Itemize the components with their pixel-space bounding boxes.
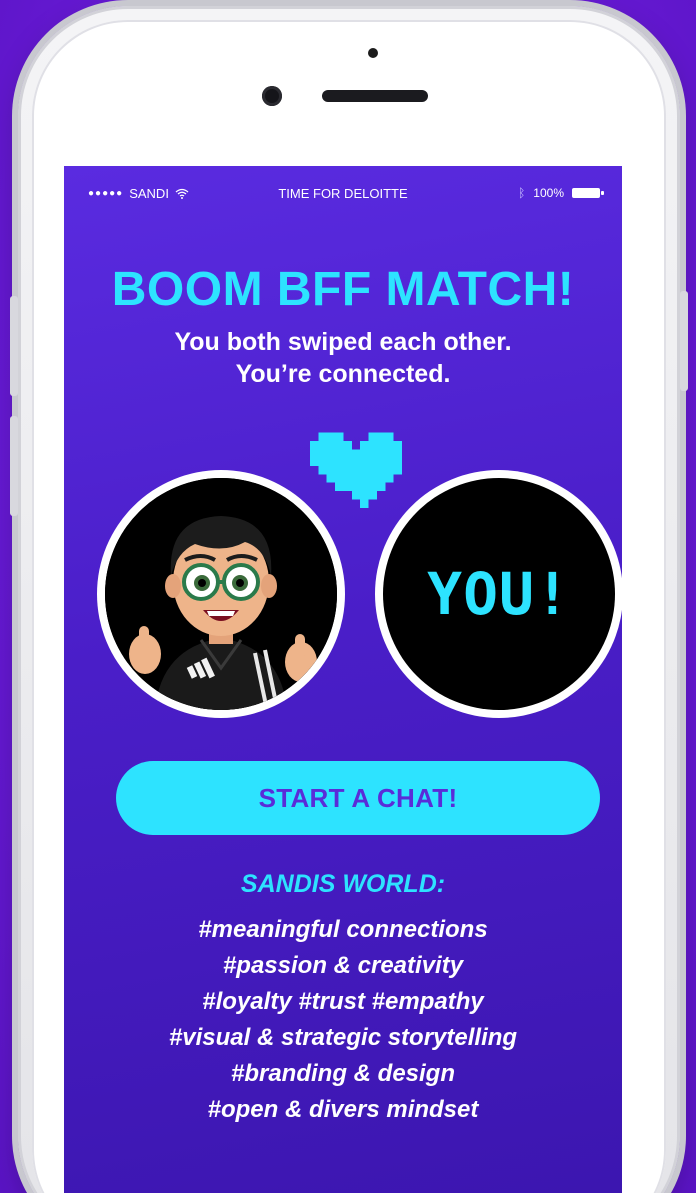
status-right: ᛒ 100%	[518, 186, 604, 200]
list-item: #passion & creativity	[222, 952, 464, 979]
match-title: BOOM BFF MATCH!	[111, 263, 575, 316]
bitmoji-avatar-image	[105, 478, 337, 710]
volume-button-up	[10, 296, 18, 396]
list-item: #visual & strategic storytelling	[168, 1024, 518, 1051]
phone-screen: ●●●●● SANDI TIME FOR DELOITTE ᛒ 100% BOO…	[64, 166, 622, 1193]
you-label: YOU!	[427, 560, 571, 628]
match-avatar-sandi[interactable]	[105, 478, 337, 710]
subtitle-line-2: You’re connected.	[235, 360, 451, 388]
world-title: SANDIS WORLD:	[240, 870, 446, 898]
front-camera	[262, 86, 282, 106]
list-item: #open & divers mindset	[207, 1096, 479, 1123]
bluetooth-icon: ᛒ	[518, 186, 526, 200]
match-avatar-you[interactable]: YOU!	[383, 478, 615, 710]
world-tags-list: #meaningful connections #passion & creat…	[64, 912, 622, 1128]
battery-icon	[572, 188, 604, 198]
volume-button-down	[10, 416, 18, 516]
match-subtitle: You both swiped each other. You’re conne…	[64, 326, 622, 390]
status-bar: ●●●●● SANDI TIME FOR DELOITTE ᛒ 100%	[64, 166, 622, 222]
list-item: #loyalty #trust #empathy	[202, 988, 484, 1015]
start-chat-button[interactable]: START A CHAT!	[116, 761, 600, 835]
battery-percent: 100%	[533, 186, 564, 200]
list-item: #branding & design	[230, 1060, 455, 1087]
sensor-dot	[368, 48, 378, 58]
power-button	[680, 291, 688, 391]
subtitle-line-1: You both swiped each other.	[174, 328, 512, 356]
list-item: #meaningful connections	[198, 916, 488, 943]
earpiece-speaker	[322, 90, 428, 102]
